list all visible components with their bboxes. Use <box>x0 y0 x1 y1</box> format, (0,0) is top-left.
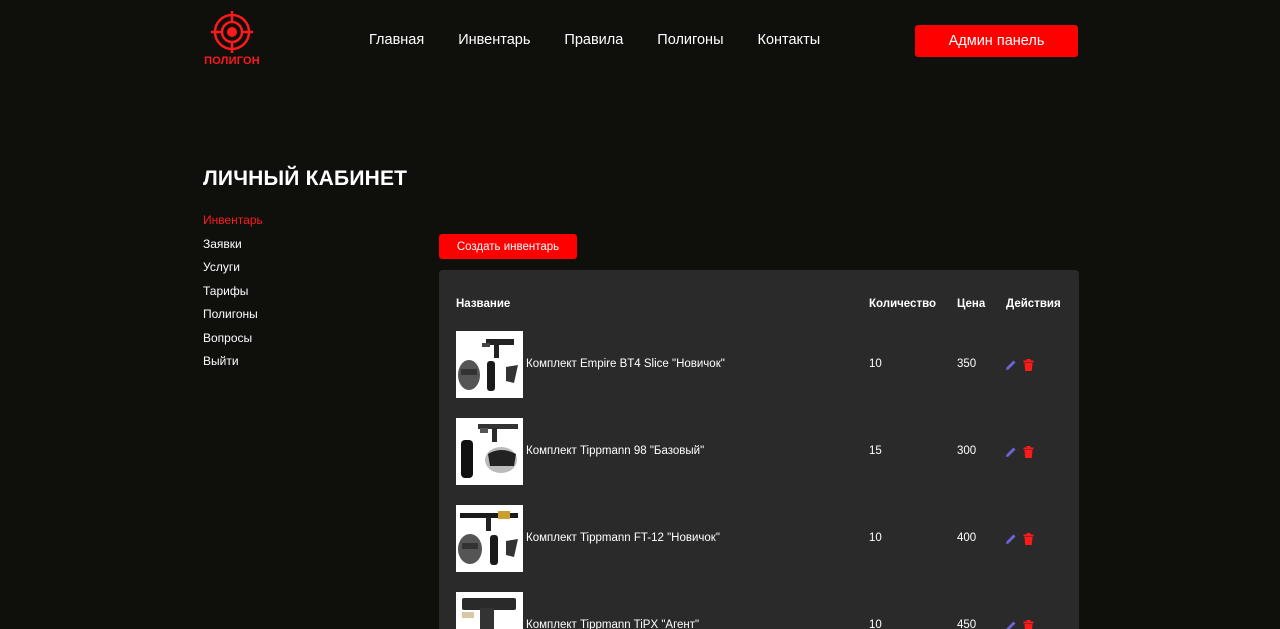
trash-icon[interactable] <box>1023 619 1034 629</box>
sidebar-item-questions[interactable]: Вопросы <box>203 331 263 355</box>
table-row: Комплект Empire BT4 Slice "Новичок" 10 3… <box>439 331 1079 398</box>
table-row: Комплект Tippmann 98 "Базовый" 15 300 <box>439 418 1079 485</box>
column-header-actions: Действия <box>1006 298 1061 310</box>
pencil-icon[interactable] <box>1005 532 1017 550</box>
table-row: Комплект Tippmann TiPX "Агент" 10 450 <box>439 592 1079 629</box>
product-name: Комплект Tippmann 98 "Базовый" <box>526 445 705 457</box>
sidebar-item-services[interactable]: Услуги <box>203 260 263 284</box>
product-qty: 10 <box>869 619 882 629</box>
sidebar-item-logout[interactable]: Выйти <box>203 354 263 378</box>
create-inventory-button[interactable]: Создать инвентарь <box>439 234 577 259</box>
nav-item-rules[interactable]: Правила <box>564 32 623 48</box>
admin-panel-button[interactable]: Админ панель <box>915 25 1078 57</box>
trash-icon[interactable] <box>1023 445 1034 463</box>
product-qty: 10 <box>869 358 882 370</box>
product-name: Комплект Tippmann FT-12 "Новичок" <box>526 532 720 544</box>
page: ПОЛИГОН Главная Инвентарь Правила Полиго… <box>0 0 1280 629</box>
main-nav: Главная Инвентарь Правила Полигоны Конта… <box>369 32 854 48</box>
nav-item-contacts[interactable]: Контакты <box>758 32 821 48</box>
target-icon <box>211 11 253 53</box>
sidebar-menu: Инвентарь Заявки Услуги Тарифы Полигоны … <box>203 213 263 378</box>
pencil-icon[interactable] <box>1005 445 1017 463</box>
pencil-icon[interactable] <box>1005 358 1017 376</box>
pencil-icon[interactable] <box>1005 619 1017 629</box>
product-image <box>456 331 523 398</box>
nav-item-home[interactable]: Главная <box>369 32 424 48</box>
nav-item-polygons[interactable]: Полигоны <box>657 32 723 48</box>
column-header-qty: Количество <box>869 298 937 310</box>
sidebar-item-inventory[interactable]: Инвентарь <box>203 213 263 237</box>
sidebar-item-tariffs[interactable]: Тарифы <box>203 284 263 308</box>
product-name: Комплект Empire BT4 Slice "Новичок" <box>526 358 725 370</box>
trash-icon[interactable] <box>1023 358 1034 376</box>
product-image <box>456 505 523 572</box>
product-price: 350 <box>957 358 977 370</box>
product-image <box>456 418 523 485</box>
logo[interactable]: ПОЛИГОН <box>203 10 261 70</box>
table-row: Комплект Tippmann FT-12 "Новичок" 10 400 <box>439 505 1079 572</box>
product-image <box>456 592 523 629</box>
column-header-name: Название <box>456 298 511 310</box>
product-qty: 10 <box>869 532 882 544</box>
trash-icon[interactable] <box>1023 532 1034 550</box>
sidebar-item-requests[interactable]: Заявки <box>203 237 263 261</box>
sidebar-item-polygons[interactable]: Полигоны <box>203 307 263 331</box>
logo-text: ПОЛИГОН <box>204 55 260 67</box>
product-price: 400 <box>957 532 977 544</box>
product-qty: 15 <box>869 445 882 457</box>
product-price: 300 <box>957 445 977 457</box>
inventory-table: Название Количество Цена Действия Компле… <box>439 270 1079 629</box>
column-header-price: Цена <box>957 298 986 310</box>
page-title: ЛИЧНЫЙ КАБИНЕТ <box>203 167 408 190</box>
product-price: 450 <box>957 619 977 629</box>
product-name: Комплект Tippmann TiPX "Агент" <box>526 619 700 629</box>
nav-item-inventory[interactable]: Инвентарь <box>458 32 530 48</box>
